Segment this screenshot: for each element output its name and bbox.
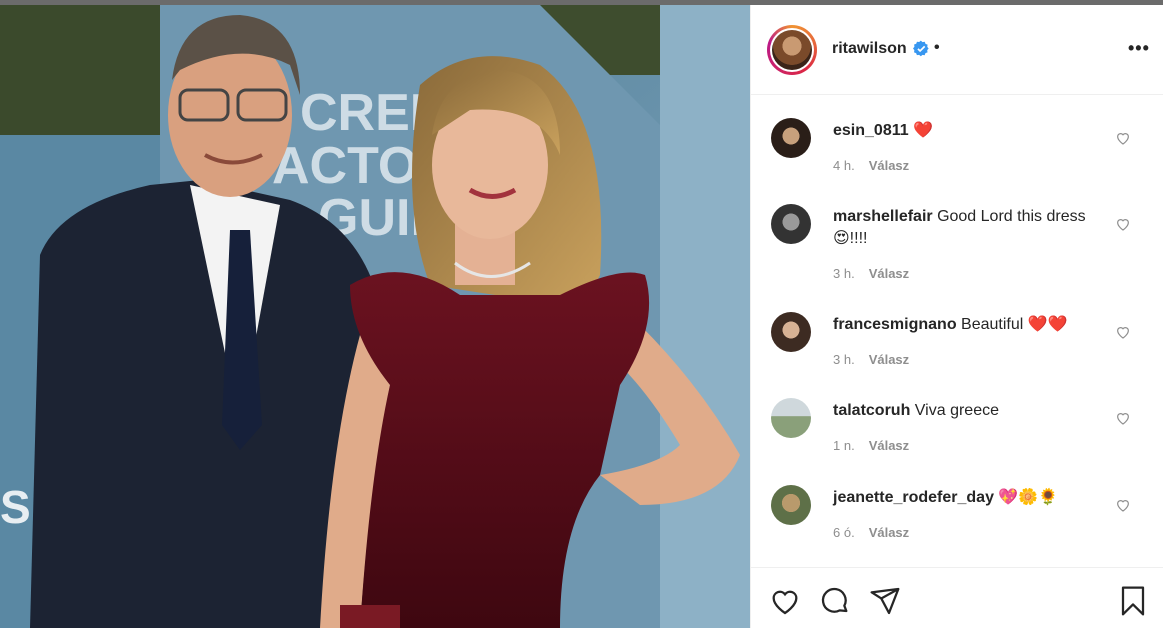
header-separator: • — [934, 39, 940, 56]
paper-plane-icon[interactable] — [869, 585, 901, 617]
comment-time: 6 ó. — [833, 525, 855, 540]
author-username[interactable]: ritawilson — [832, 40, 907, 58]
post-sidebar: ritawilson • ••• esin_0811 ❤️ 4 h. Válasz — [750, 5, 1163, 628]
post-actions — [751, 567, 1163, 628]
reply-button[interactable]: Válasz — [869, 158, 909, 173]
heart-icon[interactable] — [1115, 497, 1131, 513]
comment-text: Viva greece — [914, 402, 999, 419]
comment-text: Beautiful ❤️❤️ — [961, 316, 1068, 333]
commenter-avatar[interactable] — [771, 398, 811, 438]
verified-badge-icon — [913, 40, 929, 57]
reply-button[interactable]: Válasz — [869, 438, 909, 453]
post-photo[interactable]: CREE ACTOR GUIL S — [0, 5, 750, 628]
comment-icon[interactable] — [819, 585, 851, 617]
commenter-avatar[interactable] — [771, 118, 811, 158]
comment-time: 3 h. — [833, 266, 855, 281]
reply-button[interactable]: Válasz — [869, 266, 909, 281]
comment-text: 💖🌼🌻 — [998, 489, 1059, 506]
svg-text:S: S — [0, 481, 31, 533]
comment-text: ❤️ — [913, 122, 933, 139]
commenter-username[interactable]: jeanette_rodefer_day — [833, 489, 994, 506]
post-header: ritawilson • ••• — [751, 5, 1163, 95]
reply-button[interactable]: Válasz — [869, 352, 909, 367]
heart-icon[interactable] — [1115, 216, 1131, 232]
comment-time: 1 n. — [833, 438, 855, 453]
reply-button[interactable]: Válasz — [869, 525, 909, 540]
author-avatar[interactable] — [767, 25, 817, 75]
comments-list: esin_0811 ❤️ 4 h. Válasz marshellefair Go… — [751, 96, 1163, 566]
heart-icon[interactable] — [1115, 130, 1131, 146]
photo-illustration: CREE ACTOR GUIL S — [0, 5, 750, 628]
like-heart-icon[interactable] — [769, 585, 801, 617]
commenter-avatar[interactable] — [771, 204, 811, 244]
comment-time: 4 h. — [833, 158, 855, 173]
commenter-avatar[interactable] — [771, 485, 811, 525]
comment-time: 3 h. — [833, 352, 855, 367]
commenter-username[interactable]: francesmignano — [833, 316, 957, 333]
commenter-avatar[interactable] — [771, 312, 811, 352]
more-options-icon[interactable]: ••• — [1128, 38, 1150, 59]
commenter-username[interactable]: esin_0811 — [833, 122, 909, 139]
commenter-username[interactable]: talatcoruh — [833, 402, 910, 419]
heart-icon[interactable] — [1115, 410, 1131, 426]
commenter-username[interactable]: marshellefair — [833, 208, 933, 225]
bookmark-icon[interactable] — [1117, 585, 1149, 617]
heart-icon[interactable] — [1115, 324, 1131, 340]
